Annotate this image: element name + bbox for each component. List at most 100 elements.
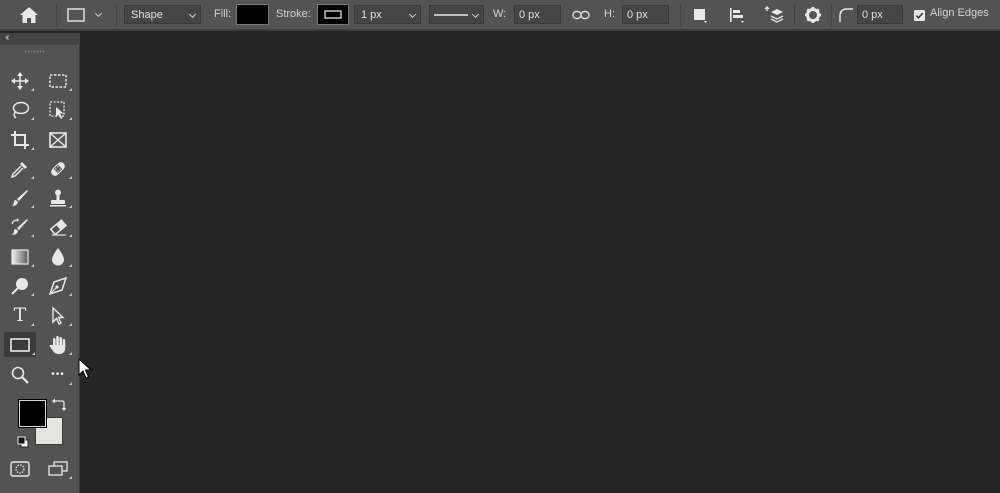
type-tool[interactable]: T [5,303,35,328]
path-arrangement-button[interactable] [762,4,786,26]
lasso-icon [12,101,30,119]
stroke-width-value: 1 px [361,9,382,21]
width-label: W: [493,8,507,20]
crop-icon [11,130,29,149]
gear-icon [805,7,821,23]
checkbox-checked-icon [913,9,925,21]
path-operations-button[interactable] [688,4,712,26]
stroke-label: Stroke: [276,8,311,20]
pen-tool[interactable] [43,273,73,298]
healing-brush-tool[interactable] [43,156,73,181]
object-selection-icon [49,100,65,119]
frame-tool[interactable] [43,127,73,152]
dodge-icon [11,277,28,295]
type-icon: T [13,304,27,326]
path-selection-tool[interactable] [43,303,73,328]
path-options-button[interactable] [801,4,825,26]
rectangular-marquee-tool[interactable] [43,68,73,93]
zoom-icon [11,366,29,384]
bandage-icon [51,161,65,176]
align-edges-checkbox[interactable] [912,4,926,26]
corner-radius-icon-wrapper [837,4,855,26]
marquee-icon [49,73,67,88]
eraser-tool[interactable] [43,214,73,239]
chevron-down-icon [188,10,197,19]
default-colors-button[interactable] [17,435,29,453]
zoom-tool[interactable] [5,362,35,387]
home-icon [20,7,38,23]
fill-label: Fill: [214,8,232,20]
clone-stamp-tool[interactable] [43,185,73,210]
gradient-icon [11,248,29,265]
swap-colors-button[interactable] [52,397,67,416]
fill-color-swatch[interactable] [236,4,269,25]
collapse-toolbar-button[interactable]: ‹‹ [5,32,9,43]
rectangle-tool[interactable] [4,332,36,357]
chevron-down-icon [471,10,480,19]
options-bar: Shape Fill: Stroke: 1 px W: 0 px H: 0 px [0,0,1000,31]
width-field[interactable]: 0 px [514,5,561,24]
chevron-down-icon [94,9,103,18]
chevron-down-icon [408,10,417,19]
eyedropper-icon [10,161,27,178]
move-icon [11,71,29,90]
corner-radius-value: 0 px [862,9,883,21]
quick-mask-icon [10,460,30,477]
history-brush-tool[interactable] [5,214,35,239]
foreground-color-swatch[interactable] [18,399,47,428]
path-alignment-button[interactable] [725,4,749,26]
toolbar-grip[interactable] [24,50,44,53]
align-edges-label: Align Edges [930,7,989,19]
align-left-icon [730,8,744,23]
drop-icon [52,247,64,265]
history-brush-icon [11,217,28,235]
crop-tool[interactable] [5,127,35,152]
home-button[interactable] [14,4,44,26]
hand-tool[interactable] [43,332,73,357]
height-value: 0 px [627,9,648,21]
stroke-preview-icon [324,10,342,19]
gradient-tool[interactable] [5,244,35,269]
stroke-width-field[interactable]: 1 px [354,5,421,24]
corner-radius-field[interactable]: 0 px [857,5,903,24]
arrange-layers-icon [764,6,784,23]
hand-icon [49,336,66,354]
path-operations-icon [694,9,707,23]
quick-mask-button[interactable] [5,456,35,481]
stroke-type-select[interactable] [429,5,484,24]
tool-preset-picker[interactable] [62,4,110,26]
object-selection-tool[interactable] [43,97,73,122]
height-field[interactable]: 0 px [622,5,669,24]
rectangle-preset-icon [67,8,85,22]
move-tool[interactable] [5,68,35,93]
dodge-tool[interactable] [5,273,35,298]
solid-line-icon [434,14,468,16]
document-canvas-area[interactable] [81,33,1000,493]
mode-select[interactable]: Shape [124,5,201,24]
more-icon: ••• [51,369,65,380]
edit-toolbar-button[interactable]: ••• [43,362,73,387]
link-dimensions-button[interactable] [569,4,593,26]
arrow-icon [52,305,65,325]
width-value: 0 px [519,9,540,21]
brush-tool[interactable] [5,185,35,210]
blur-tool[interactable] [43,244,73,269]
tools-panel: ‹‹ T ••• [0,32,80,493]
screen-mode-button[interactable] [43,456,73,481]
eyedropper-tool[interactable] [5,156,35,181]
mouse-cursor [78,357,93,384]
lasso-tool[interactable] [5,97,35,122]
frame-icon [49,131,67,148]
rectangle-icon [10,337,30,352]
height-label: H: [604,8,615,20]
link-icon [572,10,590,20]
swap-arrows-icon [52,398,67,411]
pen-icon [48,276,68,295]
pointer-icon [78,357,93,379]
corner-radius-icon [839,8,853,22]
stroke-color-swatch[interactable] [317,4,349,25]
stamp-icon [50,189,66,206]
brush-icon [12,189,28,206]
mode-select-value: Shape [131,9,163,21]
default-colors-icon [17,436,29,448]
